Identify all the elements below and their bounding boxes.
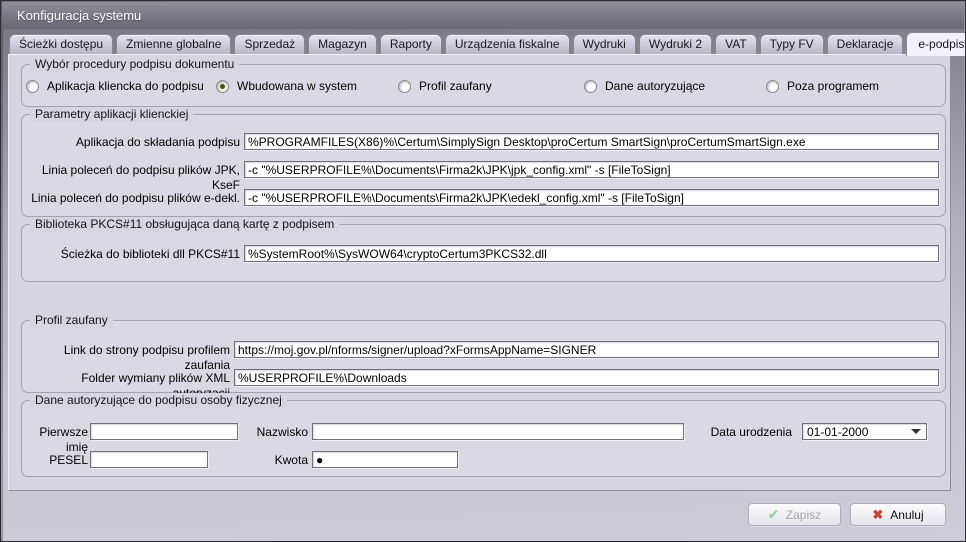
input-nazwisko[interactable] [312, 423, 684, 440]
tab-zmienne-globalne[interactable]: Zmienne globalne [116, 34, 231, 54]
cancel-button[interactable]: ✖ Anuluj [850, 503, 946, 526]
radio-label: Wbudowana w system [237, 79, 357, 93]
group-dane-autoryzujace: Dane autoryzujące do podpisu osoby fizyc… [21, 400, 946, 477]
group-biblioteka-pkcs11: Biblioteka PKCS#11 obsługująca daną kart… [21, 224, 946, 282]
tab-strip: Ścieżki dostępu Zmienne globalne Sprzeda… [9, 32, 957, 54]
input-aplikacja-do-skladania[interactable] [244, 133, 939, 150]
tab-sciezki-dostepu[interactable]: Ścieżki dostępu [9, 34, 113, 54]
field-label-kwota: Kwota [222, 453, 308, 468]
field-label-aplikacja-do-skladania: Aplikacja do składania podpisu [22, 135, 240, 150]
radio-icon [584, 80, 597, 93]
birth-date-select[interactable]: 01-01-2000 [802, 423, 927, 440]
group-parametry-aplikacji: Parametry aplikacji klienckiej Aplikacja… [21, 114, 946, 217]
radio-label: Dane autoryzujące [605, 79, 705, 93]
field-label-link-podpisu: Link do strony podpisu profilem zaufania [22, 343, 230, 373]
group-legend: Parametry aplikacji klienckiej [30, 107, 193, 122]
x-icon: ✖ [872, 508, 883, 521]
tab-e-podpis[interactable]: e-podpis [906, 32, 966, 56]
radio-icon [26, 80, 39, 93]
input-kwota[interactable] [312, 451, 458, 468]
radio-poza-programem[interactable]: Poza programem [766, 79, 879, 93]
group-legend: Wybór procedury podpisu dokumentu [30, 57, 239, 72]
field-label-pierwsze-imie: Pierwsze imię [22, 425, 88, 455]
radio-label: Poza programem [787, 79, 879, 93]
tab-wydruki[interactable]: Wydruki [573, 34, 636, 54]
input-linia-polecen-edekl[interactable] [244, 189, 939, 206]
window-title: Konfiguracja systemu [17, 8, 141, 23]
radio-aplikacja-kliencka[interactable]: Aplikacja kliencka do podpisu [26, 79, 204, 93]
save-button-label: Zapisz [786, 508, 821, 522]
tab-raporty[interactable]: Raporty [380, 34, 442, 54]
chevron-down-icon [911, 429, 921, 434]
input-sciezka-pkcs11[interactable] [244, 245, 939, 262]
radio-selected-icon [216, 80, 229, 93]
radio-label: Profil zaufany [419, 79, 492, 93]
tab-page-e-podpis: Wybór procedury podpisu dokumentu Aplika… [8, 54, 951, 491]
field-label-nazwisko: Nazwisko [222, 425, 308, 440]
group-profil-zaufany: Profil zaufany Link do strony podpisu pr… [21, 320, 946, 393]
radio-label: Aplikacja kliencka do podpisu [47, 79, 204, 93]
radio-icon [398, 80, 411, 93]
field-label-linia-polecen-jpk: Linia poleceń do podpisu plików JPK, Kse… [22, 163, 240, 193]
group-legend: Dane autoryzujące do podpisu osoby fizyc… [30, 393, 287, 408]
config-dialog: Konfiguracja systemu Ścieżki dostępu Zmi… [0, 0, 966, 542]
field-label-sciezka-pkcs11: Ścieżka do biblioteki dll PKCS#11 [22, 247, 240, 262]
radio-profil-zaufany[interactable]: Profil zaufany [398, 79, 492, 93]
tab-deklaracje[interactable]: Deklaracje [827, 34, 904, 54]
tab-magazyn[interactable]: Magazyn [308, 34, 377, 54]
tab-urzadzenia-fiskalne[interactable]: Urządzenia fiskalne [445, 34, 570, 54]
group-legend: Profil zaufany [30, 313, 113, 328]
input-pesel[interactable] [90, 451, 208, 468]
group-procedura-podpisu: Wybór procedury podpisu dokumentu Aplika… [21, 64, 946, 107]
tab-sprzedaz[interactable]: Sprzedaż [234, 34, 305, 54]
tab-typy-fv[interactable]: Typy FV [760, 34, 824, 54]
field-label-data-urodzenia: Data urodzenia [662, 425, 792, 440]
input-linia-polecen-jpk[interactable] [244, 161, 939, 178]
radio-dane-autoryzujace[interactable]: Dane autoryzujące [584, 79, 705, 93]
field-label-pesel: PESEL [22, 453, 88, 468]
field-label-linia-polecen-edekl: Linia poleceń do podpisu plików e-dekl. [22, 191, 240, 206]
radio-wbudowana-w-system[interactable]: Wbudowana w system [216, 79, 357, 93]
input-pierwsze-imie[interactable] [90, 423, 238, 440]
birth-date-value: 01-01-2000 [807, 425, 911, 439]
tab-wydruki-2[interactable]: Wydruki 2 [639, 34, 712, 54]
check-icon: ✔ [768, 508, 779, 521]
input-folder-wymiany[interactable] [234, 369, 939, 386]
radio-icon [766, 80, 779, 93]
input-link-podpisu[interactable] [234, 341, 939, 358]
group-legend: Biblioteka PKCS#11 obsługująca daną kart… [30, 217, 339, 232]
titlebar: Konfiguracja systemu [2, 2, 964, 29]
save-button[interactable]: ✔ Zapisz [748, 503, 841, 526]
tab-vat[interactable]: VAT [715, 34, 757, 54]
cancel-button-label: Anuluj [890, 508, 923, 522]
